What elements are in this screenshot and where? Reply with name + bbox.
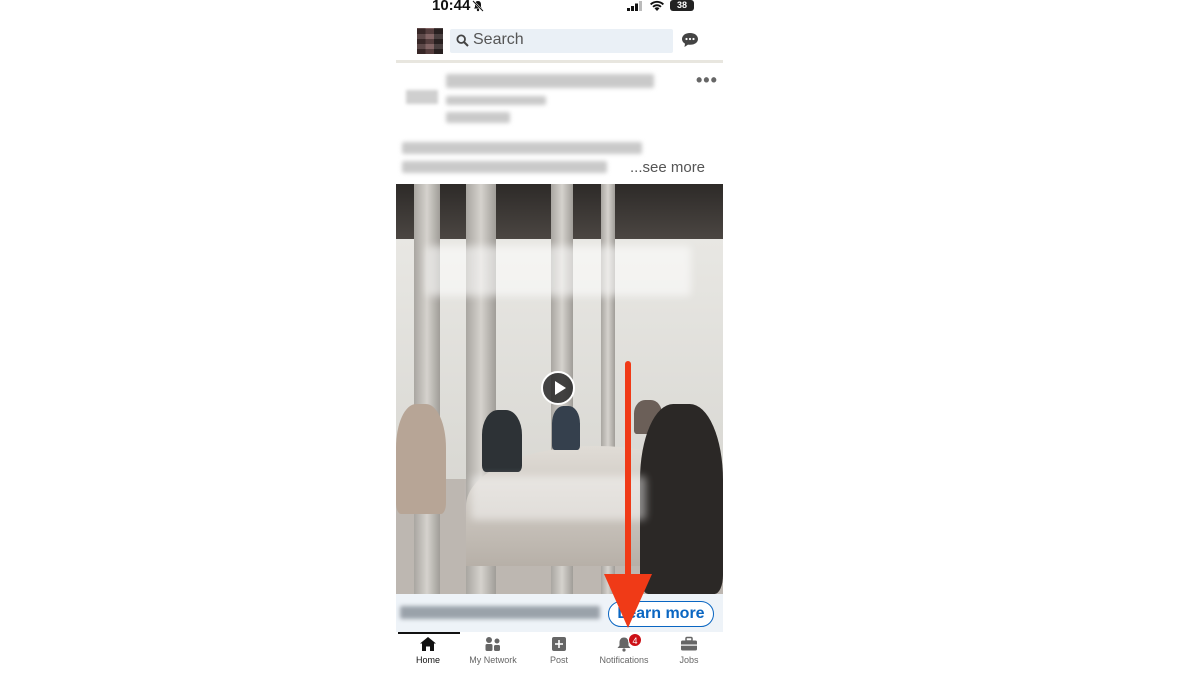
blurred-followers [446,96,546,105]
annotation-arrow-icon [604,361,652,628]
video-person [552,406,580,450]
video-person [396,404,446,514]
notifications-badge: 4 [628,633,642,647]
nav-label-home: Home [415,655,440,665]
nav-item-notifications[interactable]: 4 Notifications [592,632,656,675]
video-player[interactable] [396,184,723,594]
status-time: 10:44 [432,0,471,14]
top-nav: Search [396,24,723,63]
more-options-button[interactable]: ••• [696,70,718,91]
search-icon [456,34,469,47]
search-placeholder: Search [473,31,524,48]
nav-label-jobs: Jobs [679,655,699,665]
phone-screen: 10:44 38 Search ••• ...see more Learn mo… [396,0,723,675]
blurred-post-text-line-2 [402,161,607,173]
see-more-link[interactable]: ...see more [630,159,705,176]
nav-item-jobs[interactable]: Jobs [657,632,721,675]
bell-slash-icon [472,0,484,12]
post-icon [552,637,566,651]
status-bar: 10:44 38 [396,0,723,14]
nav-label-notifications: Notifications [599,655,649,665]
briefcase-icon [681,636,697,651]
wifi-icon [650,0,664,11]
blurred-post-text-line-1 [402,142,642,154]
avatar[interactable] [417,28,443,54]
play-icon[interactable] [541,371,575,405]
video-person [482,410,522,472]
post-header: ••• ...see more [396,64,723,184]
nav-item-post[interactable]: Post [527,632,591,675]
network-icon [485,637,500,651]
blurred-promoted [446,112,510,123]
nav-label-post: Post [549,655,568,665]
bottom-nav: Home My Network Post 4 Notifications Job… [396,632,723,675]
home-icon [420,637,436,651]
messaging-icon[interactable] [681,32,699,48]
nav-item-home[interactable]: Home [396,632,460,675]
battery-level: 38 [676,0,687,10]
nav-item-my-network[interactable]: My Network [461,632,525,675]
company-logo[interactable] [406,90,438,104]
cta-bar: Learn more [396,594,723,632]
search-input[interactable]: Search [450,29,673,53]
signal-icon [627,1,642,11]
blurred-video-headline [426,246,691,296]
battery-icon: 38 [670,0,694,11]
blurred-cta-text [400,606,600,619]
blurred-company-name[interactable] [446,74,654,88]
nav-label-my-network: My Network [469,655,517,665]
